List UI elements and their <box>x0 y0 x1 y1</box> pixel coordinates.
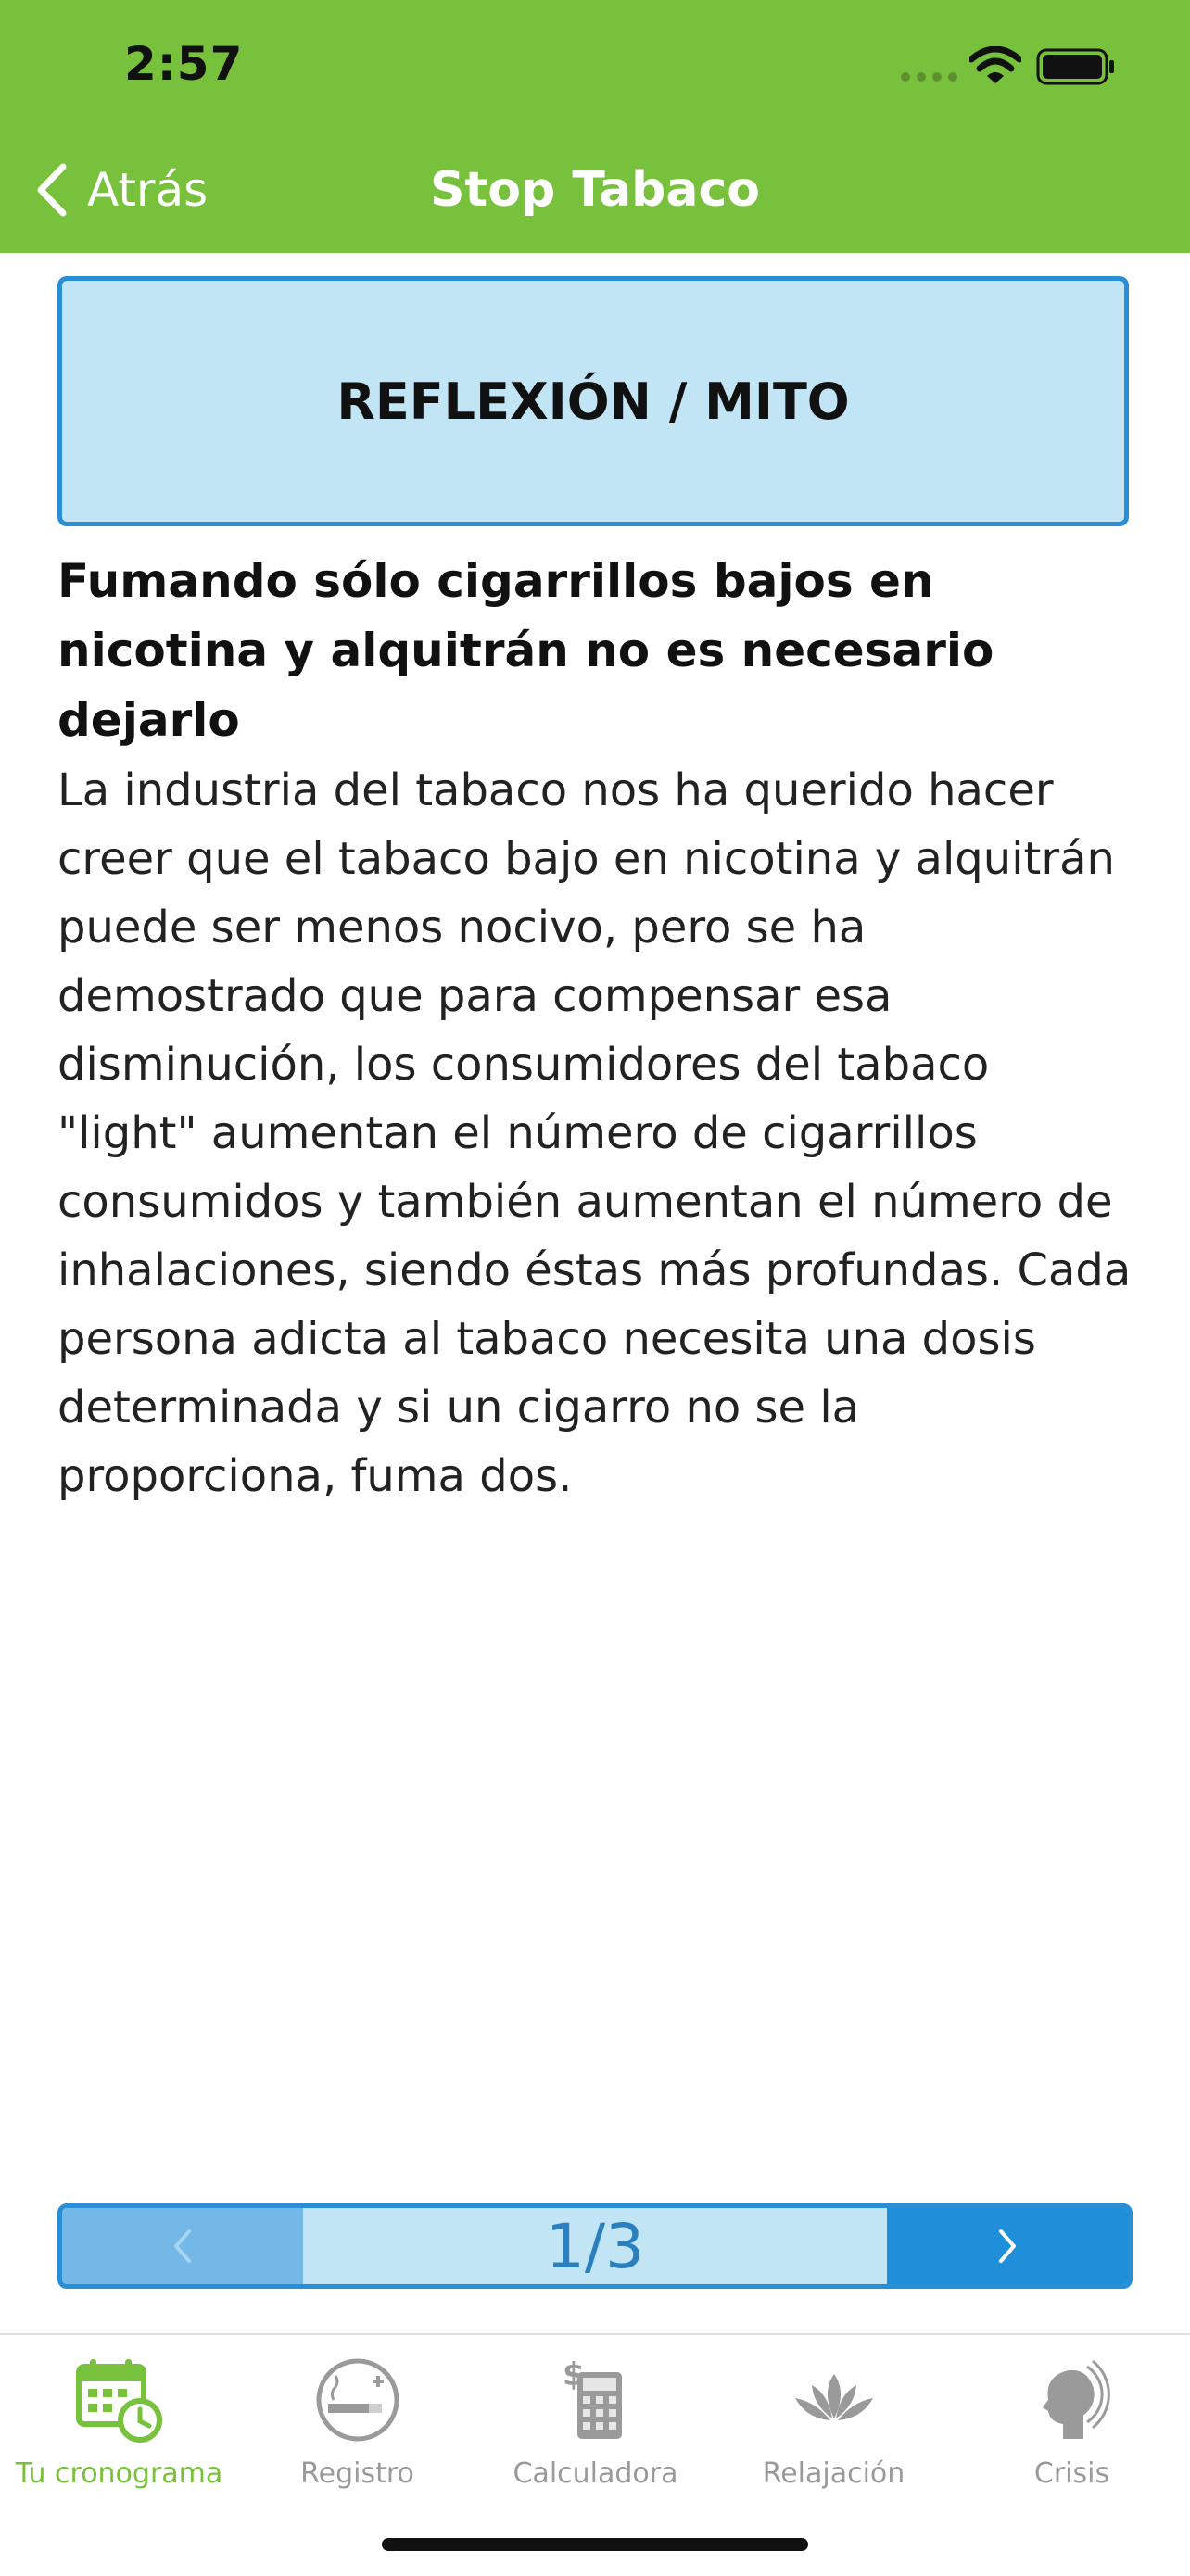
home-indicator <box>382 2538 808 2551</box>
myth-body: La industria del tabaco nos ha querido h… <box>57 764 1132 1502</box>
section-label: REFLEXIÓN / MITO <box>336 372 850 431</box>
previous-page-button[interactable] <box>62 2208 303 2284</box>
calendar-clock-icon <box>75 2359 162 2443</box>
nav-header: 2:57 Atrás Stop Tabaco <box>0 0 1190 253</box>
calculator-dollar-icon: $ <box>563 2356 622 2439</box>
chevron-right-icon <box>999 2229 1016 2263</box>
cigarette-plus-icon <box>316 2358 399 2442</box>
tab-label: Tu cronograma <box>15 2457 223 2490</box>
lotus-icon <box>794 2374 873 2420</box>
tab-tu-cronograma[interactable]: Tu cronograma <box>0 2354 238 2511</box>
battery-icon <box>1036 48 1114 85</box>
tab-label: Registro <box>300 2457 414 2490</box>
status-time: 2:57 <box>124 37 244 91</box>
wifi-icon <box>969 46 1021 83</box>
myth-title: Fumando sólo cigarrillos bajos en nicoti… <box>57 554 994 747</box>
page-title: Stop Tabaco <box>429 162 761 218</box>
head-waves-icon <box>1042 2359 1110 2439</box>
tab-registro[interactable]: Registro <box>238 2354 476 2511</box>
tab-label: Relajación <box>762 2457 905 2490</box>
tab-label: Crisis <box>1033 2457 1110 2490</box>
chevron-left-icon <box>174 2229 191 2263</box>
tab-crisis[interactable]: Crisis <box>953 2354 1190 2511</box>
page-counter: 1/3 <box>545 2210 645 2282</box>
tab-label: Calculadora <box>513 2457 678 2490</box>
cellular-signal-icon <box>901 72 957 82</box>
next-page-button[interactable] <box>887 2208 1128 2284</box>
pager: 1/3 <box>57 2203 1133 2289</box>
section-banner: REFLEXIÓN / MITO <box>57 276 1129 526</box>
svg-text:$: $ <box>563 2356 585 2393</box>
tab-calculadora[interactable]: $ Calculadora <box>476 2354 715 2511</box>
tab-relajacion[interactable]: Relajación <box>715 2354 953 2511</box>
